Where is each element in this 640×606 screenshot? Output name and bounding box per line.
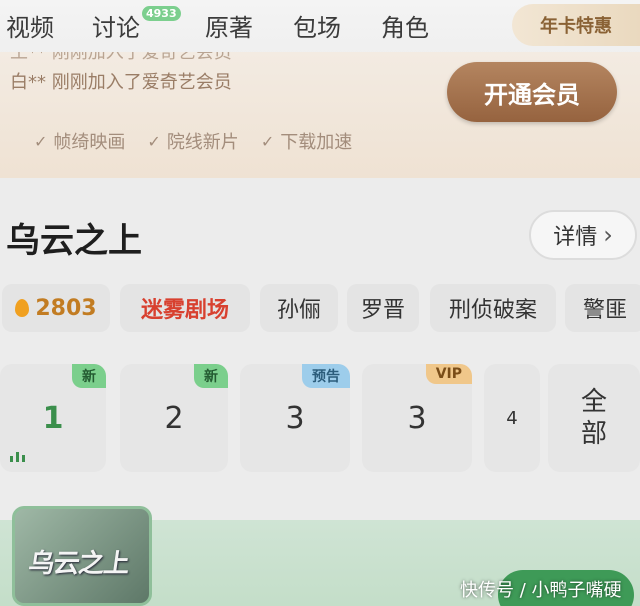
episode-number: 3 bbox=[285, 400, 305, 436]
open-vip-button[interactable]: 开通会员 bbox=[447, 62, 617, 122]
annual-offer-button[interactable]: 年卡特惠 bbox=[512, 4, 640, 46]
tab-video[interactable]: 视频 bbox=[6, 8, 54, 43]
heat-tag[interactable]: 2803 bbox=[2, 284, 110, 332]
vip-badge: VIP bbox=[425, 364, 472, 384]
theater-tag[interactable]: 迷雾剧场 bbox=[120, 284, 250, 332]
episode-item[interactable]: 1 新 bbox=[0, 364, 106, 472]
benefit-label: 下载加速 bbox=[280, 132, 353, 153]
episode-number: 1 bbox=[42, 400, 64, 436]
all-episodes-button[interactable]: 全部 bbox=[548, 364, 640, 472]
vip-banner: 王** 刚刚加入了爱奇艺会员 白** 刚刚加入了爱奇艺会员 开通会员 ✓ 帧绮映… bbox=[0, 52, 640, 178]
new-badge: 新 bbox=[72, 364, 106, 388]
episode-selector: 1 新 2 新 3 预告 3 VIP 4 全部 bbox=[0, 364, 640, 476]
episode-number: 4 bbox=[506, 407, 518, 429]
benefit-label: 院线新片 bbox=[166, 132, 239, 153]
preview-badge: 预告 bbox=[302, 364, 350, 388]
tab-booking[interactable]: 包场 bbox=[293, 8, 341, 43]
playing-bars-icon bbox=[10, 452, 25, 462]
episode-item[interactable]: 3 预告 bbox=[240, 364, 350, 472]
top-tab-bar: 视频 讨论 4933 原著 包场 角色 年卡特惠 bbox=[0, 0, 640, 56]
episode-number: 3 bbox=[407, 400, 427, 436]
theater-label: 迷雾剧场 bbox=[140, 298, 229, 323]
chevron-right-icon: › bbox=[603, 221, 613, 249]
watermark: 快传号 / 小鸭子嘴硬 bbox=[460, 580, 622, 601]
tab-discuss-label: 讨论 bbox=[92, 14, 140, 42]
check-icon: ✓ bbox=[147, 131, 161, 151]
episode-item[interactable]: 3 VIP bbox=[362, 364, 472, 472]
poster-title: 乌云之上 bbox=[26, 549, 131, 579]
tab-original-book[interactable]: 原著 bbox=[205, 8, 253, 43]
details-label: 详情 bbox=[553, 225, 598, 250]
show-tags: 2803 迷雾剧场 孙俪 罗晋 刑侦破案 警匪 bbox=[0, 284, 640, 332]
benefit-item: ✓ 下载加速 bbox=[261, 128, 352, 154]
tag-actor[interactable]: 罗晋 bbox=[347, 284, 419, 332]
tab-discuss[interactable]: 讨论 4933 bbox=[92, 6, 181, 43]
benefit-label: 帧绮映画 bbox=[53, 132, 126, 153]
vip-join-ticker: 王** 刚刚加入了爱奇艺会员 白** 刚刚加入了爱奇艺会员 bbox=[10, 52, 430, 112]
check-icon: ✓ bbox=[34, 131, 48, 151]
tag-actor[interactable]: 孙俪 bbox=[260, 284, 338, 332]
show-poster[interactable]: 乌云之上 bbox=[12, 506, 152, 606]
vip-benefits: ✓ 帧绮映画 ✓ 院线新片 ✓ 下载加速 bbox=[34, 128, 352, 154]
discuss-count-badge: 4933 bbox=[142, 6, 181, 21]
ticker-line: 王** 刚刚加入了爱奇艺会员 bbox=[10, 52, 232, 63]
tag-genre[interactable]: 警匪 bbox=[565, 284, 640, 332]
benefit-item: ✓ 帧绮映画 bbox=[34, 128, 125, 154]
tab-roles[interactable]: 角色 bbox=[381, 8, 429, 43]
details-button[interactable]: 详情 › bbox=[529, 210, 637, 260]
ticker-line: 白** 刚刚加入了爱奇艺会员 bbox=[10, 72, 232, 93]
episode-item[interactable]: 2 新 bbox=[120, 364, 228, 472]
episode-item[interactable]: 4 bbox=[484, 364, 540, 472]
show-title: 乌云之上 bbox=[6, 221, 142, 261]
check-icon: ✓ bbox=[260, 131, 275, 151]
tag-genre[interactable]: 刑侦破案 bbox=[430, 284, 556, 332]
flame-icon bbox=[15, 299, 30, 317]
new-badge: 新 bbox=[194, 364, 228, 388]
benefit-item: ✓ 院线新片 bbox=[147, 128, 238, 154]
heat-value: 2803 bbox=[35, 295, 97, 321]
episode-number: 2 bbox=[164, 400, 184, 436]
all-episodes-label: 全部 bbox=[580, 387, 607, 449]
